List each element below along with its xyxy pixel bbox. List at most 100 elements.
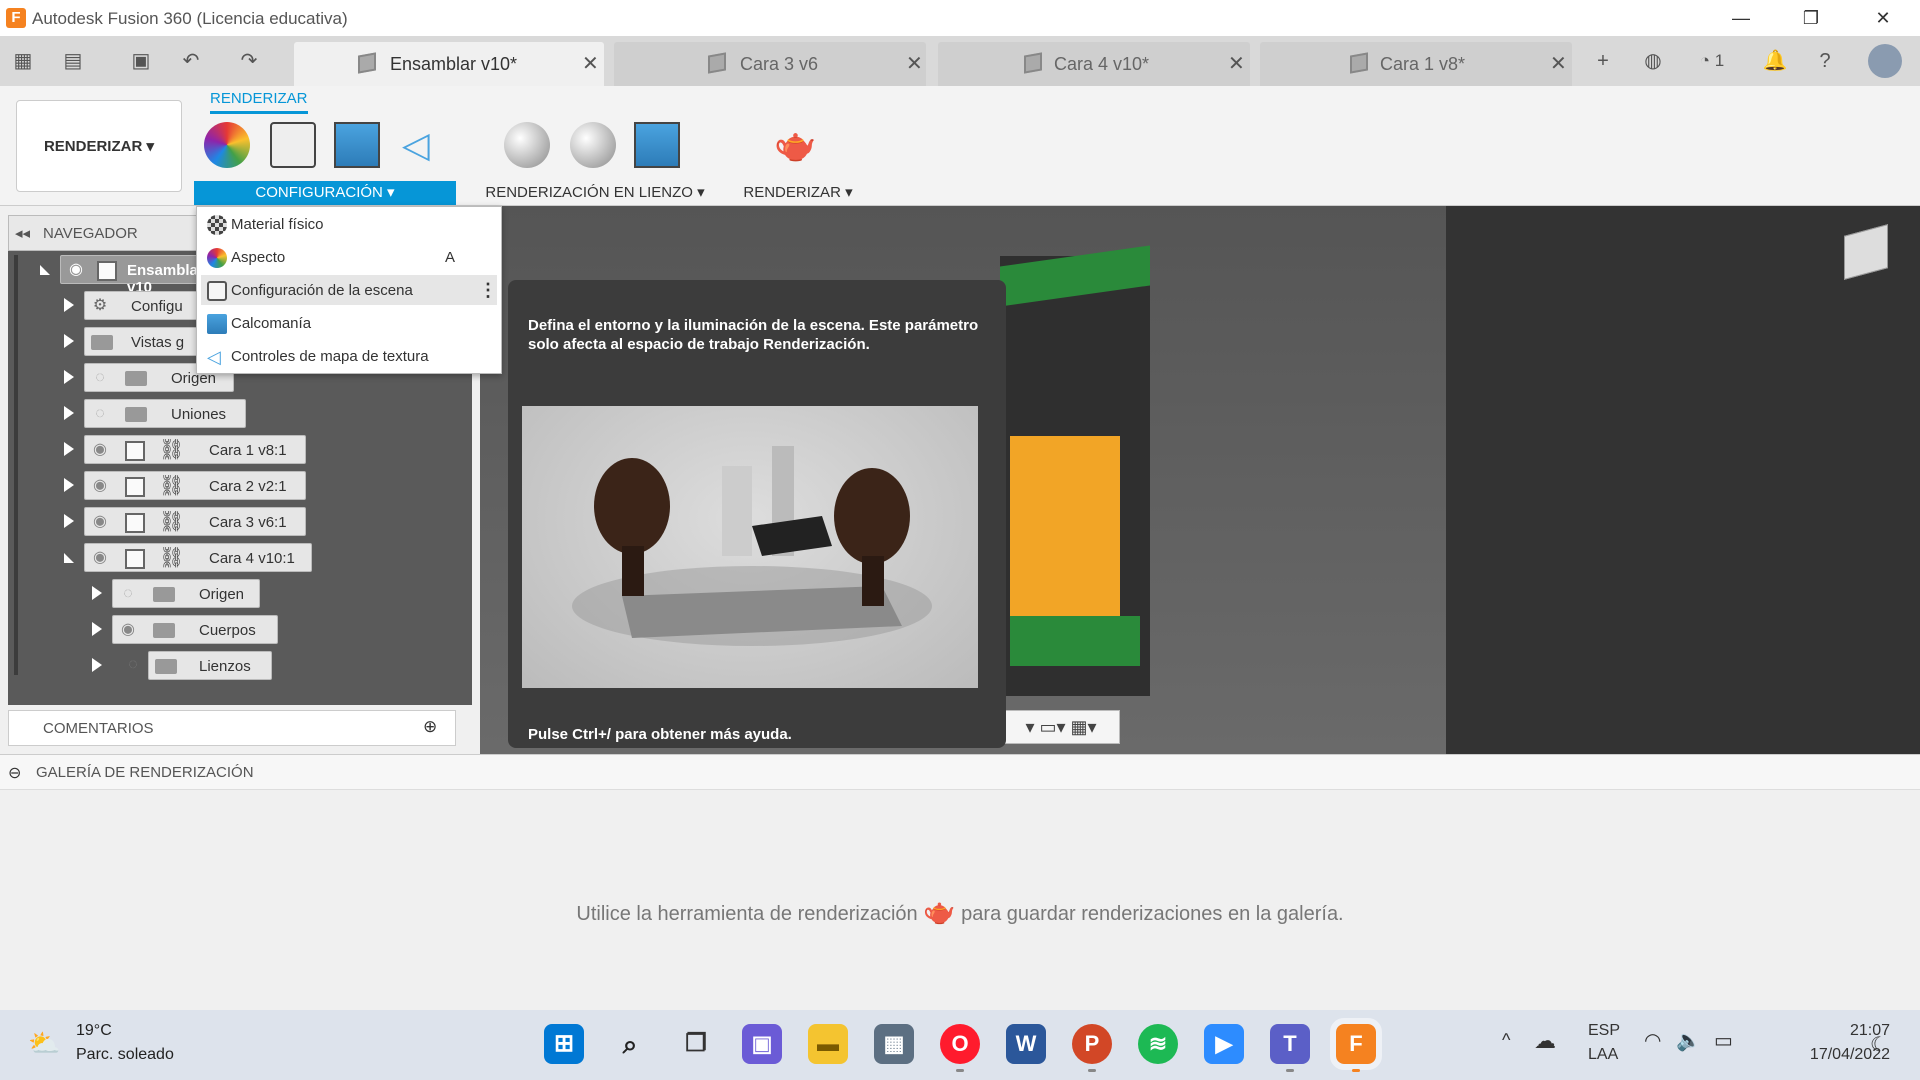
eye-icon[interactable]: ◉ bbox=[89, 478, 111, 494]
eye-icon[interactable]: ◉ bbox=[89, 550, 111, 566]
help-icon[interactable]: ? bbox=[1812, 48, 1838, 74]
texture-map-icon[interactable]: ◁ bbox=[402, 122, 448, 168]
notifications-bell-icon[interactable]: 🔔 bbox=[1762, 48, 1788, 74]
expand-arrow-icon[interactable] bbox=[64, 298, 74, 312]
expand-arrow-icon[interactable] bbox=[64, 514, 74, 528]
comments-panel[interactable]: COMENTARIOS ⊕ bbox=[8, 710, 456, 746]
cara-4-node[interactable]: ◉ ⛓ Cara 4 v10:1 bbox=[84, 543, 312, 572]
volume-icon[interactable]: 🔈 bbox=[1676, 1028, 1701, 1053]
chat-icon[interactable]: ▣ bbox=[742, 1024, 782, 1064]
expand-arrow-icon[interactable] bbox=[64, 442, 74, 456]
more-options-icon[interactable]: ⋮ bbox=[479, 280, 497, 301]
tree-item-canvases[interactable]: ◌ Lienzos bbox=[84, 651, 284, 680]
weather-temp[interactable]: 19°C bbox=[76, 1022, 112, 1040]
cara-3-node[interactable]: ◉ ⛓ Cara 3 v6:1 bbox=[84, 507, 306, 536]
collapse-arrow-icon[interactable] bbox=[40, 265, 50, 275]
language-code[interactable]: ESP bbox=[1588, 1022, 1620, 1040]
zoom-icon[interactable]: ▶ bbox=[1204, 1024, 1244, 1064]
undo-icon[interactable]: ↶ bbox=[178, 48, 204, 74]
bodies-node[interactable]: ◉ Cuerpos bbox=[112, 615, 278, 644]
tree-root[interactable]: ◉ Ensamblar v10 bbox=[28, 255, 208, 296]
expand-arrow-icon[interactable] bbox=[64, 478, 74, 492]
redo-icon[interactable]: ↷ bbox=[236, 48, 262, 74]
eye-hidden-icon[interactable]: ◌ bbox=[122, 657, 144, 673]
file-menu-icon[interactable]: ▤ bbox=[60, 48, 86, 74]
tree-item-cara-4-origin[interactable]: ◌ Origen bbox=[84, 579, 284, 608]
tree-item-bodies[interactable]: ◉ Cuerpos bbox=[84, 615, 284, 644]
tab-cara-1[interactable]: Cara 1 v8* ✕ bbox=[1260, 42, 1572, 86]
fusion-360-taskbar-icon[interactable]: F bbox=[1330, 1018, 1382, 1072]
wifi-icon[interactable]: ◠ bbox=[1644, 1028, 1661, 1053]
workspace-switcher[interactable]: RENDERIZAR ▾ bbox=[16, 100, 182, 192]
restore-button[interactable]: ❐ bbox=[1788, 2, 1834, 34]
tree-item-cara-1[interactable]: ◉ ⛓ Cara 1 v8:1 bbox=[56, 435, 316, 464]
decal-icon[interactable] bbox=[334, 122, 380, 168]
cara-2-node[interactable]: ◉ ⛓ Cara 2 v2:1 bbox=[84, 471, 306, 500]
opera-icon[interactable]: O bbox=[940, 1024, 980, 1072]
powerpoint-icon[interactable]: P bbox=[1072, 1024, 1112, 1072]
eye-hidden-icon[interactable]: ◌ bbox=[89, 406, 111, 422]
expand-arrow-icon[interactable] bbox=[64, 370, 74, 384]
weather-desc[interactable]: Parc. soleado bbox=[76, 1046, 174, 1064]
eye-icon[interactable]: ◉ bbox=[117, 622, 139, 638]
menu-item-physical-material[interactable]: Material físico bbox=[201, 209, 497, 239]
menu-item-appearance[interactable]: Aspecto A bbox=[201, 242, 497, 272]
menu-item-texture-map[interactable]: ◁ Controles de mapa de textura bbox=[201, 341, 497, 371]
cara-1-node[interactable]: ◉ ⛓ Cara 1 v8:1 bbox=[84, 435, 306, 464]
expand-arrow-icon[interactable] bbox=[92, 622, 102, 636]
data-panel-grid-icon[interactable]: ▦ bbox=[10, 48, 36, 74]
scene-settings-icon[interactable] bbox=[270, 122, 316, 168]
minimize-button[interactable]: — bbox=[1718, 2, 1764, 34]
saved-views-node[interactable]: Vistas g bbox=[84, 327, 206, 356]
task-view-icon[interactable]: ❐ bbox=[676, 1024, 716, 1064]
add-comment-icon[interactable]: ⊕ bbox=[423, 717, 437, 737]
tree-item-doc-settings[interactable]: ⚙ Configu bbox=[56, 291, 206, 320]
new-tab-plus-icon[interactable]: + bbox=[1590, 48, 1616, 74]
capture-image-icon[interactable] bbox=[634, 122, 680, 168]
eye-hidden-icon[interactable]: ◌ bbox=[89, 370, 111, 386]
search-icon[interactable]: ⌕ bbox=[610, 1024, 650, 1064]
display-settings-icon[interactable]: ▾ ▭▾ ▦▾ bbox=[1002, 710, 1120, 744]
focus-assist-moon-icon[interactable]: ☾ bbox=[1870, 1032, 1888, 1057]
expand-arrow-icon[interactable] bbox=[92, 658, 102, 672]
chevron-up-icon[interactable]: ^ bbox=[1502, 1030, 1510, 1051]
collapse-arrow-icon[interactable] bbox=[64, 553, 74, 563]
canvas-render-start-icon[interactable] bbox=[504, 122, 550, 168]
weather-icon[interactable]: ⛅ bbox=[28, 1028, 64, 1058]
appearance-wheel-icon[interactable] bbox=[204, 122, 250, 168]
expand-arrow-icon[interactable] bbox=[92, 586, 102, 600]
eye-hidden-icon[interactable]: ◌ bbox=[117, 586, 139, 602]
close-tab-icon[interactable]: ✕ bbox=[582, 51, 599, 76]
cara-4-origin-node[interactable]: ◌ Origen bbox=[112, 579, 260, 608]
joints-node[interactable]: ◌ Uniones bbox=[84, 399, 246, 428]
eye-icon[interactable]: ◉ bbox=[65, 262, 87, 278]
browser-scrollbar[interactable] bbox=[14, 255, 18, 675]
eye-icon[interactable]: ◉ bbox=[89, 514, 111, 530]
job-status-icon[interactable]: ◔ 1 bbox=[1690, 48, 1734, 74]
configuration-group-button[interactable]: CONFIGURACIÓN ▾ bbox=[194, 181, 456, 205]
keyboard-layout[interactable]: LAA bbox=[1588, 1046, 1618, 1064]
menu-item-scene-settings[interactable]: Configuración de la escena ⋮ bbox=[201, 275, 497, 305]
spotify-icon[interactable]: ≋ bbox=[1138, 1024, 1178, 1064]
eye-icon[interactable]: ◉ bbox=[89, 442, 111, 458]
tab-ensamblar[interactable]: Ensamblar v10* ✕ bbox=[294, 42, 604, 86]
viewcube-icon[interactable] bbox=[1844, 224, 1888, 280]
tab-renderizar[interactable]: RENDERIZAR bbox=[210, 90, 308, 114]
collapse-browser-icon[interactable]: ◂◂ bbox=[15, 224, 30, 242]
close-tab-icon[interactable]: ✕ bbox=[1228, 51, 1245, 76]
root-node[interactable]: ◉ Ensamblar v10 bbox=[60, 255, 208, 296]
render-group-button[interactable]: RENDERIZAR ▾ bbox=[738, 181, 858, 205]
tree-item-joints[interactable]: ◌ Uniones bbox=[56, 399, 256, 428]
render-gallery-header[interactable]: ⊖ GALERÍA DE RENDERIZACIÓN bbox=[0, 754, 1920, 790]
tree-item-cara-3[interactable]: ◉ ⛓ Cara 3 v6:1 bbox=[56, 507, 316, 536]
onedrive-cloud-icon[interactable]: ☁ bbox=[1534, 1028, 1556, 1054]
file-explorer-icon[interactable]: ▬ bbox=[808, 1024, 848, 1064]
menu-item-decal[interactable]: Calcomanía bbox=[201, 308, 497, 338]
start-windows-icon[interactable]: ⊞ bbox=[544, 1024, 584, 1064]
calculator-icon[interactable]: ▦ bbox=[874, 1024, 914, 1064]
expand-arrow-icon[interactable] bbox=[64, 334, 74, 348]
user-avatar[interactable] bbox=[1868, 44, 1902, 78]
tab-cara-4[interactable]: Cara 4 v10* ✕ bbox=[938, 42, 1250, 86]
render-teapot-icon[interactable]: 🫖 bbox=[774, 122, 820, 168]
tree-item-cara-2[interactable]: ◉ ⛓ Cara 2 v2:1 bbox=[56, 471, 316, 500]
